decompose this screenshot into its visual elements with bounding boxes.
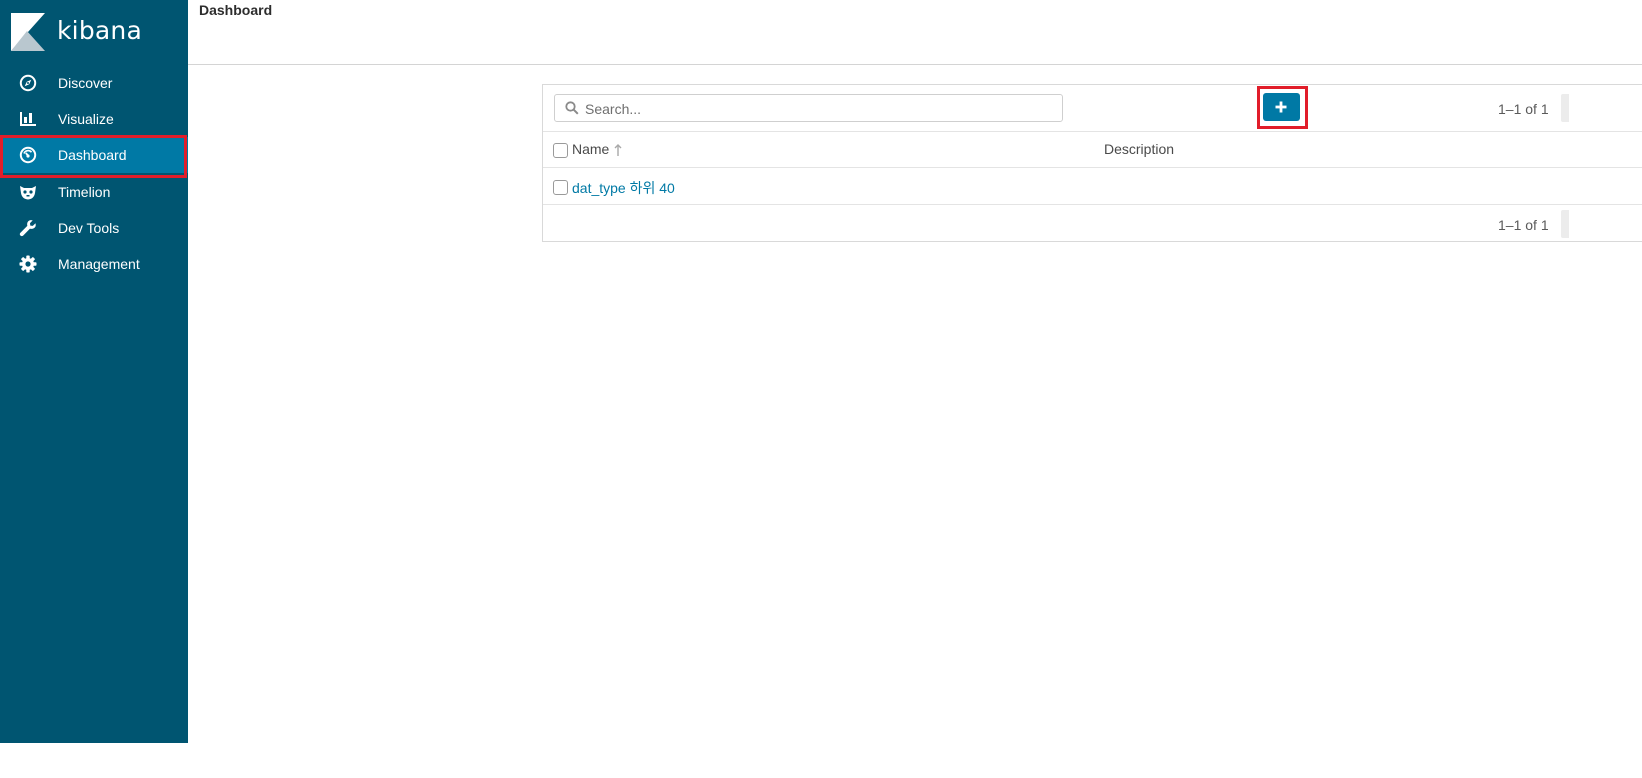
add-dashboard-button[interactable] (1263, 93, 1300, 121)
sidebar-item-discover[interactable]: Discover (0, 65, 188, 101)
search-icon (565, 101, 579, 115)
sidebar-item-label: Discover (58, 75, 113, 91)
select-all-checkbox[interactable] (553, 143, 568, 158)
row-checkbox[interactable] (553, 180, 568, 195)
pagination-count-bottom: 1–1 of 1 (1498, 217, 1549, 233)
plus-icon (1275, 101, 1287, 113)
dashboard-title-link[interactable]: dat_type 하위 40 (572, 178, 675, 198)
sidebar-item-timelion[interactable]: Timelion (0, 174, 188, 210)
sidebar: kibana Discover Visualize Dashboard Time… (0, 0, 188, 743)
sort-ascending-icon[interactable] (614, 143, 622, 161)
search-box[interactable] (554, 94, 1063, 122)
sidebar-item-label: Dev Tools (58, 220, 120, 236)
column-header-name[interactable]: Name (572, 141, 609, 157)
timelion-mask-icon (19, 183, 37, 201)
sidebar-item-management[interactable]: Management (0, 246, 188, 282)
pagination-next-button-top[interactable] (1561, 94, 1569, 122)
bar-chart-icon (19, 110, 37, 128)
sidebar-item-label: Timelion (58, 184, 111, 200)
wrench-icon (19, 219, 37, 237)
row-divider (543, 167, 1642, 168)
sidebar-item-dashboard[interactable]: Dashboard (0, 137, 188, 173)
pagination-count-top: 1–1 of 1 (1498, 101, 1549, 117)
gear-icon (19, 255, 37, 273)
header-divider (188, 64, 1642, 65)
pagination-next-button-bottom[interactable] (1561, 210, 1569, 238)
row-divider (543, 204, 1642, 205)
sidebar-item-label: Visualize (58, 111, 114, 127)
sidebar-item-label: Management (58, 256, 140, 272)
sidebar-item-dev-tools[interactable]: Dev Tools (0, 210, 188, 246)
kibana-logo-icon (11, 13, 45, 51)
sidebar-item-label: Dashboard (58, 147, 127, 163)
gauge-icon (19, 146, 37, 164)
search-input[interactable] (583, 97, 1057, 121)
column-header-description: Description (1104, 141, 1175, 157)
compass-icon (19, 74, 37, 92)
app-name: kibana (57, 16, 142, 45)
kibana-logo[interactable]: kibana (11, 13, 191, 55)
sidebar-item-visualize[interactable]: Visualize (0, 101, 188, 137)
page-title: Dashboard (199, 2, 273, 18)
row-divider (543, 131, 1642, 132)
